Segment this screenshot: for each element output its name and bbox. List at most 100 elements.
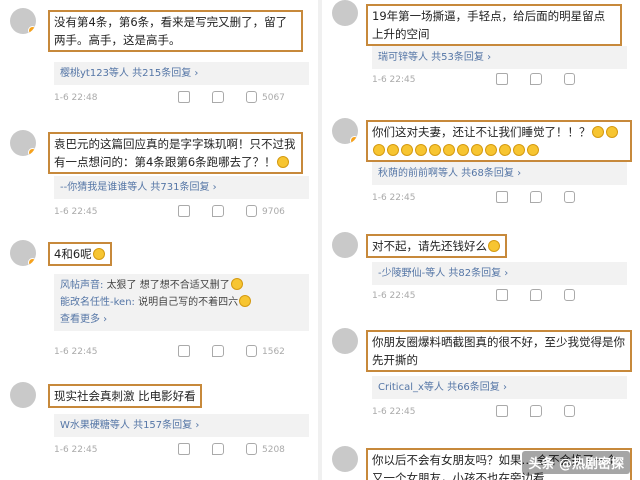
avatar[interactable] [10,130,36,156]
share-icon[interactable] [178,205,190,217]
like-icon[interactable] [564,289,575,301]
reply-summary-box[interactable]: 秋荫的前前啊等人 共68条回复 › [372,162,627,185]
comment-icon[interactable] [530,405,542,417]
emoji-icon [591,126,604,138]
reply-text: 太狠了 想了想不合适又删了 [106,280,230,291]
verified-badge-icon [350,136,358,144]
source-watermark: 头条 @热剧密探 [522,451,630,474]
comment-icon[interactable] [212,91,224,103]
comment-time: 1-6 22:45 [372,75,416,85]
reply-username[interactable]: 风帖声音: [60,280,103,291]
comment-icon[interactable] [212,345,224,357]
emoji-icon [605,126,618,138]
comment-actions: 1-6 22:45 9706 [54,204,309,220]
emoji-icon [387,144,399,156]
share-icon[interactable] [496,191,508,203]
like-icon[interactable] [246,205,257,217]
share-icon[interactable] [178,345,190,357]
reply-summary-link[interactable]: W水果硬糖等人 共157条回复 › [60,420,199,431]
reply-summary-box[interactable]: -少陵野仙-等人 共82条回复 › [372,262,627,285]
reply-box[interactable]: 风帖声音: 太狠了 想了想不合适又删了 能改名任性-ken: 说明自己写的不着四… [54,274,309,331]
share-icon[interactable] [496,73,508,85]
avatar[interactable] [332,446,358,472]
verified-badge-icon [28,26,36,34]
reply-summary-box[interactable]: W水果硬糖等人 共157条回复 › [54,414,309,437]
comment-text: 你们这对夫妻，还让不让我们睡觉了！！？ [366,120,632,162]
emoji-icon [499,144,511,156]
like-icon[interactable] [564,73,575,85]
like-count: 5067 [262,93,285,103]
reply-summary-link[interactable]: --你猜我是谁谁等人 共731条回复 › [60,182,217,193]
verified-badge-icon [28,148,36,156]
comment-icon[interactable] [530,73,542,85]
comment-time: 1-6 22:45 [54,347,98,357]
avatar[interactable] [332,232,358,258]
verified-badge-icon [28,258,36,266]
emoji-icon [457,144,469,156]
reply-summary-link[interactable]: -少陵野仙-等人 共82条回复 › [378,268,508,279]
like-icon[interactable] [246,443,257,455]
emoji-icon [415,144,427,156]
avatar[interactable] [10,8,36,34]
like-count: 9706 [262,207,285,217]
comment-icon[interactable] [212,205,224,217]
avatar[interactable] [10,382,36,408]
like-icon[interactable] [246,345,257,357]
comment-time: 1-6 22:45 [372,193,416,203]
reply-summary-link[interactable]: Critical_x等人 共66条回复 › [378,382,507,393]
comment-icon[interactable] [530,289,542,301]
share-icon[interactable] [496,405,508,417]
reply-username[interactable]: 能改名任性-ken: [60,297,135,308]
watermark-text: 头条 @热剧密探 [528,457,624,472]
share-icon[interactable] [178,443,190,455]
comment-time: 1-6 22:45 [54,445,98,455]
laugh-emoji-icon [92,248,105,260]
comment-time: 1-6 22:45 [372,291,416,301]
emoji-icon [488,240,500,252]
comment-text: 你朋友圈爆料晒截图真的很不好，至少我觉得是你先开撕的 [366,330,632,372]
reply-summary-box[interactable]: Critical_x等人 共66条回复 › [372,376,627,399]
like-icon[interactable] [564,191,575,203]
comment-actions: 1-6 22:45 5208 [54,442,309,458]
comment-text: 袁巴元的这篇回应真的是字字珠玑啊！只不过我有一点想问的：第4条跟第6条跑哪去了？… [48,132,303,174]
avatar[interactable] [10,240,36,266]
comment-text-body: 袁巴元的这篇回应真的是字字珠玑啊！只不过我有一点想问的：第4条跟第6条跑哪去了？… [54,137,296,169]
like-icon[interactable] [564,405,575,417]
emoji-icon [429,144,441,156]
avatar[interactable] [332,328,358,354]
see-more-link[interactable]: 查看更多 › [60,311,303,328]
reply-summary-box[interactable]: 瑞可锌等人 共53条回复 › [372,46,627,69]
like-count: 5208 [262,445,285,455]
comment-icon[interactable] [212,443,224,455]
comment-text: 现实社会真刺激 比电影好看 [48,384,202,408]
comment-text-body: 你们这对夫妻，还让不让我们睡觉了！！？ [372,125,591,139]
emoji-icon [471,144,483,156]
comment-time: 1-6 22:45 [372,407,416,417]
laugh-emoji-icon [276,156,289,168]
emoji-icon [527,144,539,156]
reply-text: 说明自己写的不着四六 [138,297,239,308]
right-comment-column[interactable]: 19年第一场撕逼，手轻点，给后面的明星留点上升的空间 瑞可锌等人 共53条回复 … [322,0,640,480]
reply-summary-box[interactable]: 樱桃yt123等人 共215条回复 › [54,62,309,85]
like-icon[interactable] [246,91,257,103]
emoji-icon [401,144,413,156]
reply-summary-box[interactable]: --你猜我是谁谁等人 共731条回复 › [54,176,309,199]
reply-summary-link[interactable]: 秋荫的前前啊等人 共68条回复 › [378,168,521,179]
comment-time: 1-6 22:45 [54,207,98,217]
comment-text: 19年第一场撕逼，手轻点，给后面的明星留点上升的空间 [366,4,622,46]
emoji-icon [513,144,525,156]
avatar[interactable] [332,118,358,144]
emoji-icon [373,144,385,156]
comment-actions: 1-6 22:45 1562 [54,344,309,360]
avatar[interactable] [332,0,358,26]
reply-summary-link[interactable]: 樱桃yt123等人 共215条回复 › [60,68,198,79]
comment-text-body: 4和6呢 [54,247,92,261]
reply-summary-link[interactable]: 瑞可锌等人 共53条回复 › [378,52,491,63]
smile-emoji-icon [230,278,243,290]
comment-icon[interactable] [530,191,542,203]
like-count: 1562 [262,347,285,357]
share-icon[interactable] [178,91,190,103]
comment-text: 没有第4条，第6条，看来是写完又删了，留了两手。高手，这是高手。 [48,10,303,52]
share-icon[interactable] [496,289,508,301]
left-comment-column[interactable]: 没有第4条，第6条，看来是写完又删了，留了两手。高手，这是高手。 樱桃yt123… [0,0,318,480]
